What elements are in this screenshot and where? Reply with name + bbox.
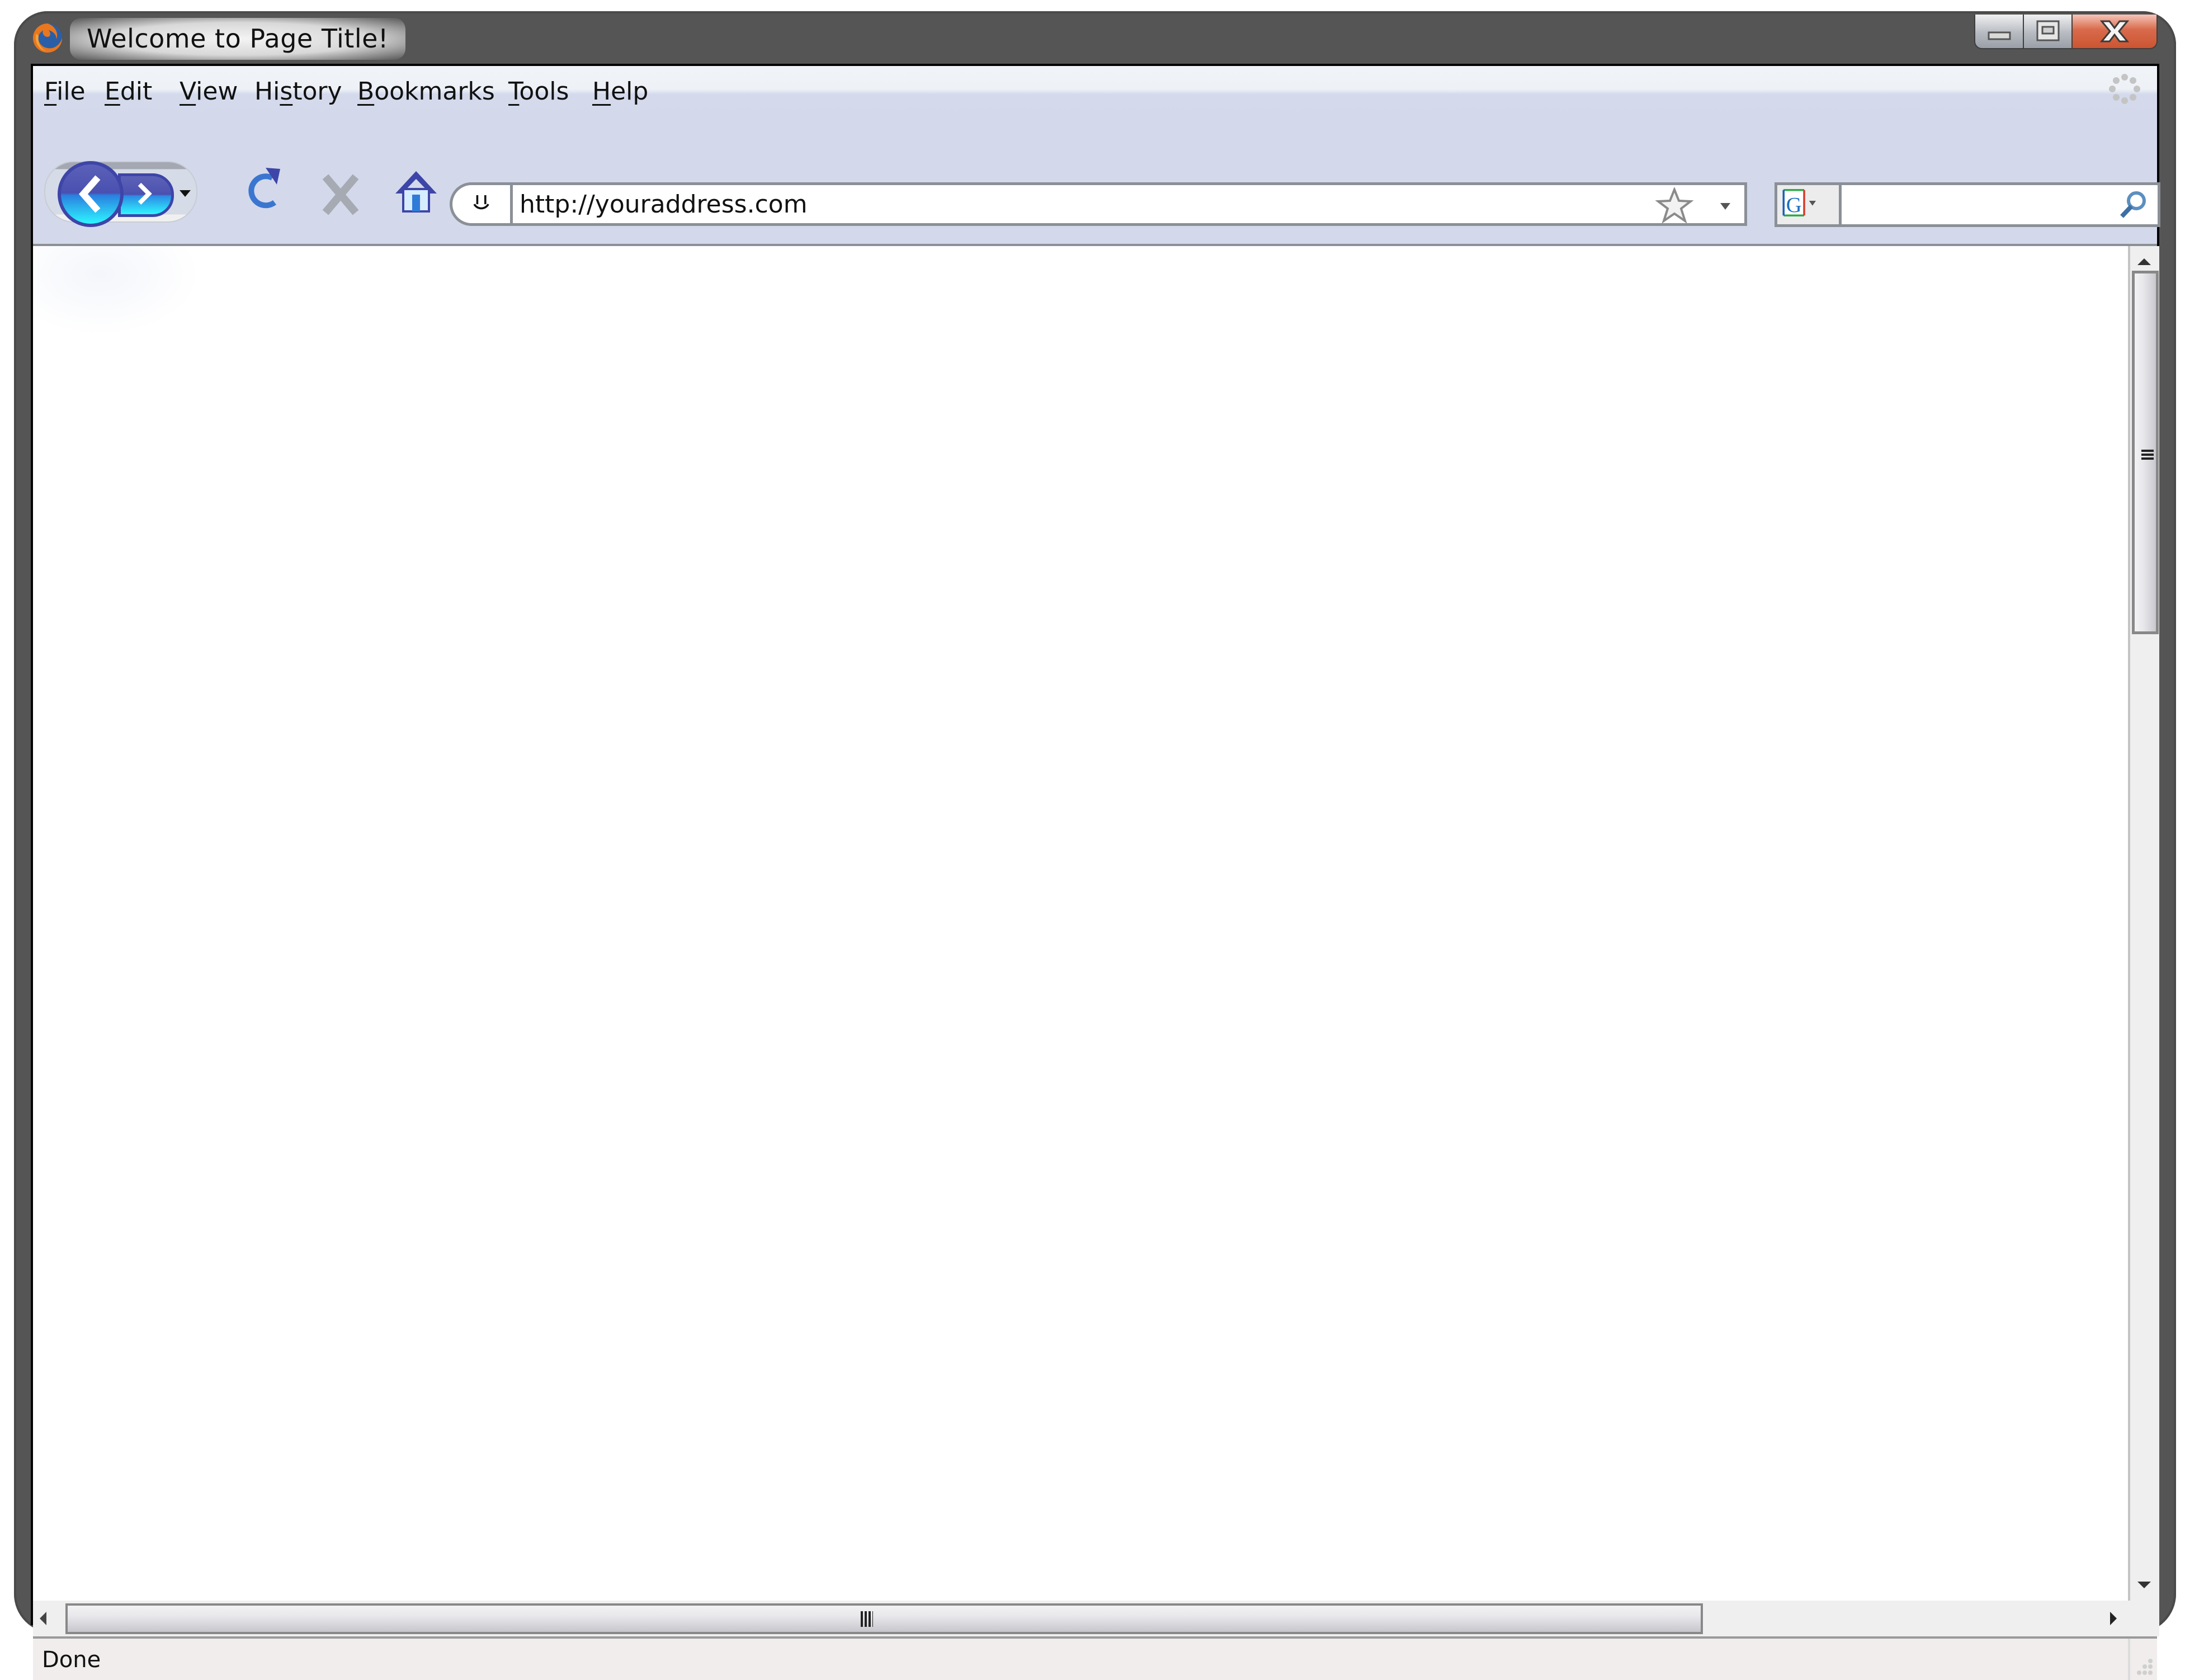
minimize-button[interactable] (1974, 15, 2024, 49)
content-decoration (33, 246, 201, 336)
back-arrow-icon (79, 175, 101, 213)
menu-history[interactable]: History (254, 77, 342, 106)
home-icon (395, 171, 437, 213)
arrow-down-icon[interactable] (2137, 1582, 2151, 1588)
page-content[interactable] (33, 246, 2128, 1601)
url-input[interactable]: http://youraddress.com (520, 188, 808, 221)
menu-history-label: tory (292, 77, 342, 106)
reload-button[interactable] (240, 163, 290, 219)
search-go-button[interactable] (2116, 188, 2150, 222)
menu-edit[interactable]: Edit (105, 77, 152, 106)
vertical-scroll-thumb[interactable] (2132, 271, 2159, 634)
resize-grip-icon[interactable] (2135, 1658, 2154, 1677)
horizontal-scrollbar[interactable] (33, 1601, 2128, 1636)
stop-icon (322, 174, 359, 215)
minimize-icon (1988, 31, 2011, 40)
horizontal-scroll-thumb[interactable] (65, 1603, 1703, 1634)
reload-icon (248, 168, 280, 209)
back-button[interactable] (58, 161, 124, 227)
close-button[interactable] (2071, 15, 2158, 49)
grip-icon (2141, 450, 2154, 461)
menu-bookmarks-accel: B (357, 77, 375, 106)
back-forward-group (44, 161, 197, 227)
url-history-dropdown[interactable] (1720, 203, 1730, 210)
forward-arrow-icon (138, 182, 152, 205)
menu-view-accel: V (180, 77, 196, 106)
forward-button[interactable] (118, 173, 174, 217)
grip-icon (861, 1611, 873, 1627)
menu-help[interactable]: Help (592, 77, 648, 106)
maximize-icon (2036, 20, 2060, 41)
menu-tools[interactable]: Tools (508, 77, 569, 106)
menu-help-accel: H (592, 77, 611, 106)
arrow-left-icon[interactable] (40, 1612, 46, 1625)
menu-history-accel: s (280, 77, 293, 106)
status-bar: Done (33, 1636, 2157, 1680)
throbber-icon (2109, 74, 2140, 104)
window-title: Welcome to Page Title! (87, 23, 389, 54)
menu-bookmarks-label: ookmarks (374, 77, 495, 106)
menu-history-pre: Hi (254, 77, 280, 106)
browser-chrome: File Edit View History Bookmarks Tools H… (31, 64, 2160, 1680)
close-icon (2099, 20, 2130, 43)
menu-file[interactable]: File (44, 77, 86, 106)
star-icon (1655, 187, 1694, 223)
maximize-button[interactable] (2023, 15, 2073, 49)
search-field[interactable] (1839, 182, 2160, 227)
menu-tools-label: ools (519, 77, 569, 106)
history-dropdown-button[interactable] (180, 190, 191, 197)
menu-bar: File Edit View History Bookmarks Tools H… (33, 66, 2157, 117)
status-text: Done (42, 1647, 101, 1673)
firefox-logo-icon (33, 23, 62, 53)
site-identity-icon (473, 195, 489, 210)
url-field[interactable]: http://youraddress.com (510, 182, 1747, 226)
menu-edit-accel: E (105, 77, 120, 106)
status-divider (2128, 1639, 2130, 1680)
window-title-container: Welcome to Page Title! (70, 18, 405, 60)
home-button[interactable] (391, 164, 441, 220)
search-engine-letter: G (1786, 194, 1802, 217)
menu-file-label: ile (56, 77, 86, 106)
menu-view[interactable]: View (180, 77, 238, 106)
menu-file-accel: F (44, 77, 57, 106)
site-identity-button[interactable] (450, 182, 511, 226)
menu-view-label: iew (196, 77, 238, 106)
arrow-right-icon[interactable] (2110, 1612, 2117, 1625)
menu-edit-label: dit (120, 77, 153, 106)
search-engine-button[interactable]: G (1775, 182, 1842, 227)
search-input[interactable] (1847, 190, 2107, 221)
menu-tools-accel: T (508, 77, 520, 106)
navigation-toolbar: http://youraddress.com G (33, 117, 2160, 244)
magnifier-icon (2120, 191, 2146, 218)
google-icon: G (1782, 189, 1816, 217)
menu-bookmarks[interactable]: Bookmarks (357, 77, 495, 106)
browser-window: Welcome to Page Title! File Edit View Hi… (14, 11, 2176, 1680)
title-bar[interactable]: Welcome to Page Title! (14, 11, 2176, 64)
arrow-up-icon[interactable] (2137, 258, 2151, 265)
scrollbar-corner (2128, 1601, 2159, 1636)
vertical-scrollbar[interactable] (2128, 246, 2159, 1601)
bookmark-star-button[interactable] (1655, 187, 1694, 223)
menu-help-label: elp (611, 77, 649, 106)
address-bar: http://youraddress.com (450, 182, 1747, 226)
search-bar: G (1775, 182, 2160, 227)
stop-button[interactable] (315, 167, 366, 223)
